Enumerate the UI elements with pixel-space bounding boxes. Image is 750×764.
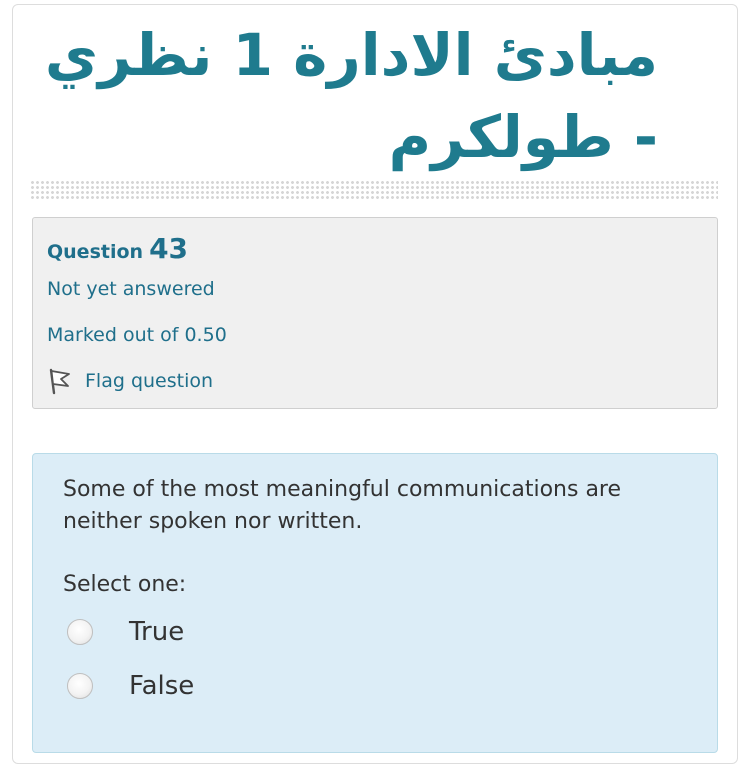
question-label: Question xyxy=(47,241,144,263)
question-content-panel: Some of the most meaningful communicatio… xyxy=(32,453,718,753)
answer-label-false[interactable]: False xyxy=(129,671,194,701)
dotted-divider xyxy=(30,180,718,200)
flag-question-link[interactable]: Flag question xyxy=(47,366,213,396)
flag-icon xyxy=(47,367,73,395)
question-info-panel: Question 43 Not yet answered Marked out o… xyxy=(32,217,718,409)
radio-button-false[interactable] xyxy=(67,673,93,699)
radio-button-true[interactable] xyxy=(67,619,93,645)
answer-option-true[interactable]: True xyxy=(67,612,184,652)
course-title: مبادئ الادارة 1 نظري - طولكرم xyxy=(44,21,658,171)
answer-option-false[interactable]: False xyxy=(67,666,194,706)
flag-question-label: Flag question xyxy=(85,370,214,392)
question-text: Some of the most meaningful communicatio… xyxy=(63,477,622,534)
answer-label-true[interactable]: True xyxy=(129,617,184,647)
question-heading: Question 43 xyxy=(47,232,188,265)
question-status: Not yet answered xyxy=(47,278,215,300)
question-marks: Marked out of 0.50 xyxy=(47,324,227,346)
question-number: 43 xyxy=(149,232,189,265)
select-one-prompt: Select one: xyxy=(63,572,187,597)
